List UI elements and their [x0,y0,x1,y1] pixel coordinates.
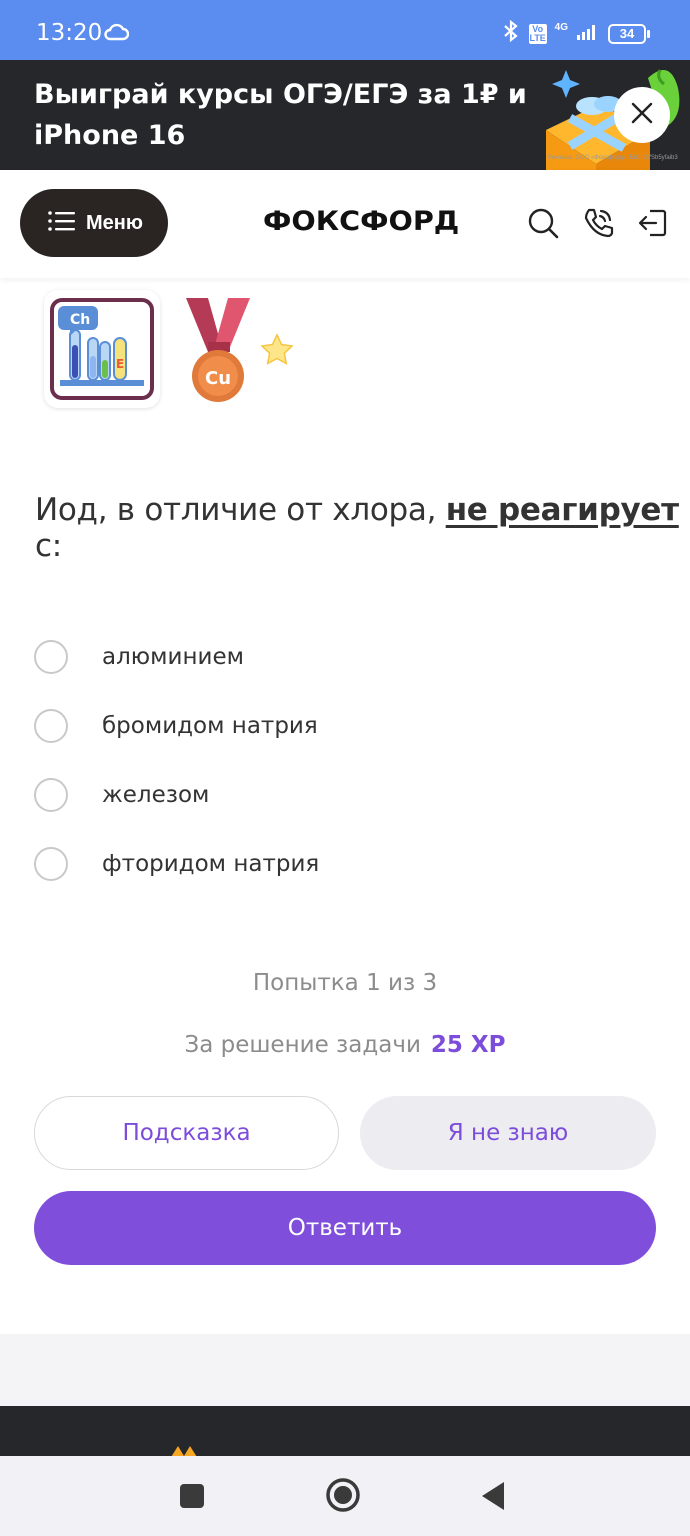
option-1[interactable]: алюминием [34,637,244,677]
bluetooth-icon [501,19,521,48]
battery-icon: 34 [608,23,650,44]
site-footer [0,1406,690,1458]
menu-button[interactable]: Меню [20,189,168,257]
chem-symbol: Ch [70,312,90,328]
status-bar: 13:20 Vo LTE 4G 34 [0,0,690,60]
network-label: 4G [554,22,568,33]
option-label: бромидом натрия [102,713,318,739]
close-button[interactable] [614,87,670,143]
radio-button[interactable] [34,640,68,674]
close-icon [630,101,654,130]
promo-title: Выиграй курсы ОГЭ/ЕГЭ за 1₽ и iPhone 16 [34,79,527,151]
option-label: алюминием [102,644,244,670]
signal-icon [576,21,600,46]
section-divider [0,1334,690,1406]
question-emphasis: не реагирует [445,492,679,528]
chemistry-badge: Ch E [44,290,160,408]
option-label: железом [102,782,210,808]
question-text-after: с: [35,528,62,564]
radio-button[interactable] [34,847,68,881]
system-nav-bar [0,1456,690,1536]
answer-button[interactable]: Ответить [34,1191,656,1265]
radio-button[interactable] [34,709,68,743]
question-text-before: Иод, в отличие от хлора, [35,492,446,528]
search-icon[interactable] [526,206,560,240]
cloud-icon [103,22,130,47]
question-text: Иод, в отличие от хлора, не реагирует с: [35,492,690,564]
option-4[interactable]: фторидом натрия [34,844,319,884]
radio-button[interactable] [34,778,68,812]
site-header: Меню ФОКСФОРД [0,170,690,278]
medal-symbol: Cu [205,368,231,389]
option-2[interactable]: бромидом натрия [34,706,318,746]
volte-badge: Vo LTE [528,23,547,44]
reward-info: За решение задачи 25 XP [0,1032,690,1058]
home-button[interactable] [324,1476,362,1519]
dont-know-button[interactable]: Я не знаю [360,1096,656,1170]
foxford-logo[interactable]: ФОКСФОРД [263,206,459,237]
battery-level: 34 [608,23,646,44]
promo-legal-text: Реклама. ООО «Фоксфорд». Erid: 2VSb5yfai… [548,155,678,161]
back-button[interactable] [478,1480,508,1517]
login-icon[interactable] [636,206,670,240]
option-label: фторидом натрия [102,851,320,877]
hint-button[interactable]: Подсказка [34,1096,339,1170]
menu-label: Меню [86,211,143,234]
option-3[interactable]: железом [34,775,209,815]
recents-button[interactable] [178,1482,206,1515]
reward-xp: 25 XP [430,1032,506,1058]
hamburger-icon [48,210,76,237]
attempt-counter: Попытка 1 из 3 [252,970,438,996]
status-time: 13:20 [36,20,103,46]
phone-icon[interactable] [581,206,615,240]
promo-banner[interactable]: Выиграй курсы ОГЭ/ЕГЭ за 1₽ и iPhone 16 … [0,60,690,170]
reward-label: За решение задачи [184,1032,421,1058]
medal-badge: Cu [178,290,258,413]
star-icon [256,329,298,376]
chem-tube-label: E [116,357,124,371]
status-icons: Vo LTE 4G 34 [501,19,650,48]
